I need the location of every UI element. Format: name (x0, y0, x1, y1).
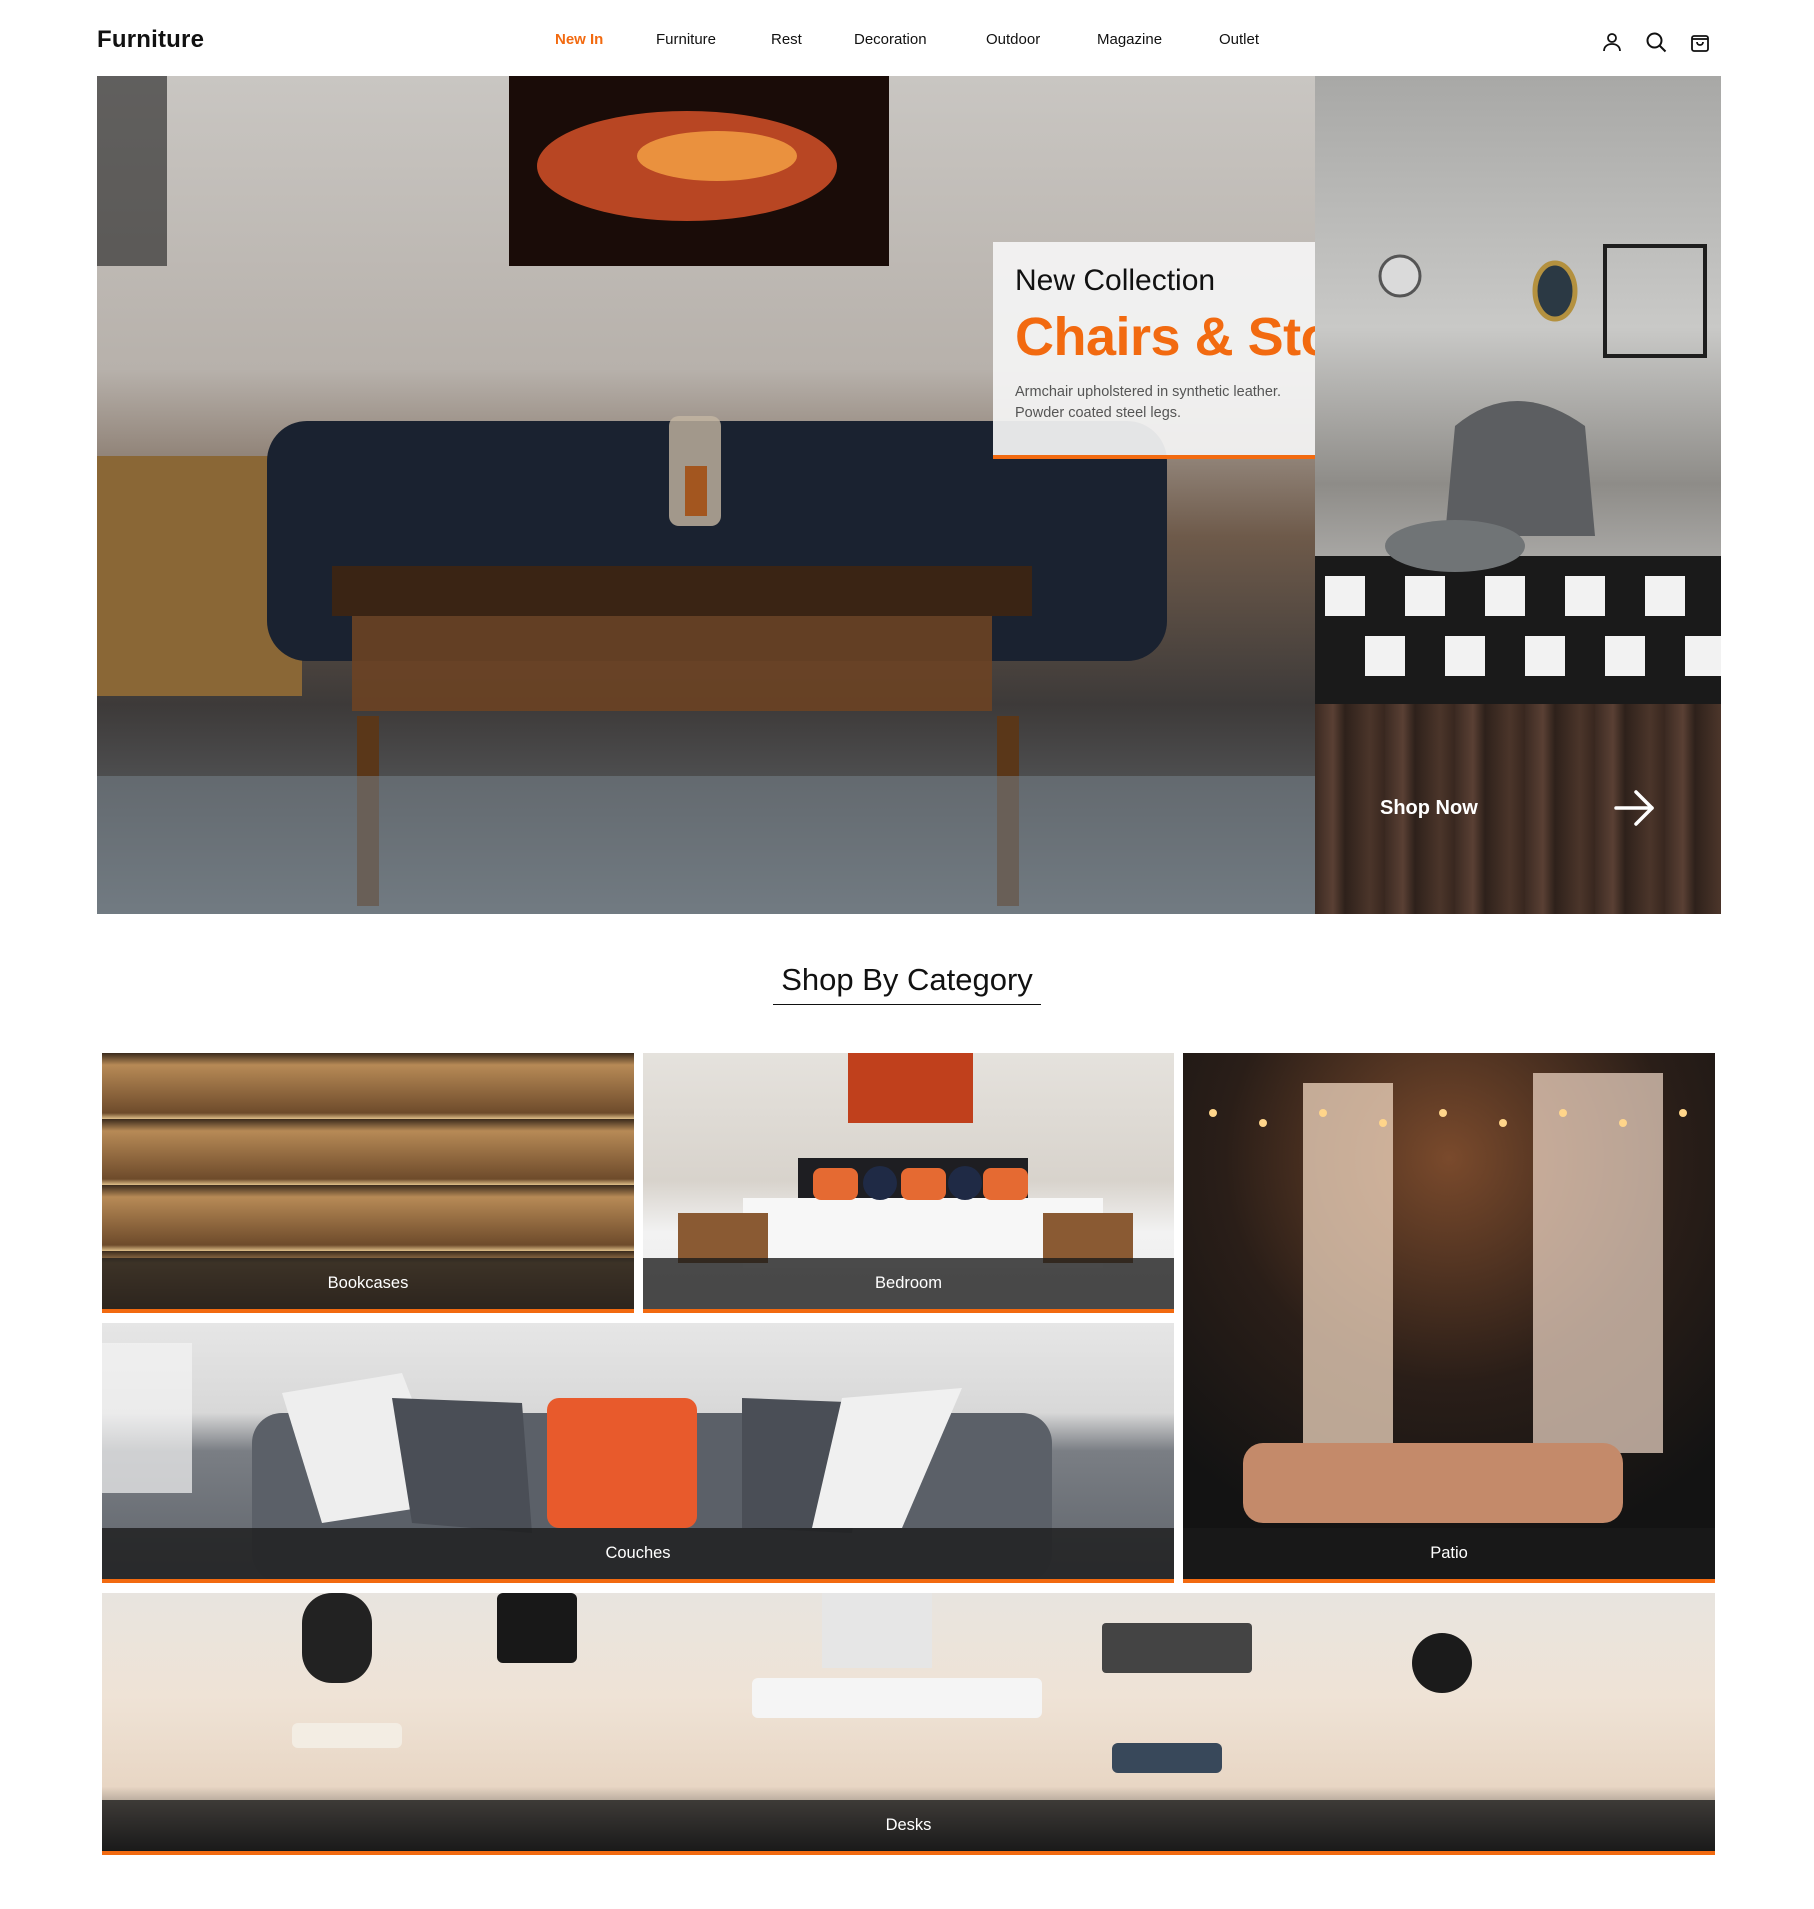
category-label: Desks (102, 1800, 1715, 1851)
collection-title: Chairs & Stools (1015, 307, 1315, 367)
site-header: Furniture New In Furniture Rest Decorati… (0, 0, 1814, 76)
nav-item-rest[interactable]: Rest (771, 31, 802, 48)
category-label: Couches (102, 1528, 1174, 1579)
nav-item-new-in[interactable]: New In (555, 31, 603, 48)
header-actions (1600, 30, 1712, 54)
nav-item-magazine[interactable]: Magazine (1097, 31, 1162, 48)
category-card-patio[interactable]: Patio (1183, 1053, 1715, 1583)
category-label: Bedroom (643, 1258, 1174, 1309)
collection-description-line-1: Armchair upholstered in synthetic leathe… (1015, 384, 1281, 400)
main-nav: New In Furniture Rest Decoration Outdoor… (0, 31, 1814, 51)
collection-kicker: New Collection (1015, 264, 1216, 297)
section-title-wrapper: Shop By Category (0, 962, 1814, 1005)
nav-item-decoration[interactable]: Decoration (854, 31, 927, 48)
hero-living-room-image: New Collection Chairs & Stools Armchair … (97, 76, 1315, 914)
category-label: Patio (1183, 1528, 1715, 1579)
nav-item-outdoor[interactable]: Outdoor (986, 31, 1040, 48)
category-card-desks[interactable]: Desks (102, 1593, 1715, 1855)
collection-description: Armchair upholstered in synthetic leathe… (1015, 382, 1315, 424)
nav-item-outlet[interactable]: Outlet (1219, 31, 1259, 48)
arrow-right-icon (1610, 784, 1658, 832)
hero-banner: New Collection Chairs & Stools Armchair … (97, 76, 1721, 914)
hero-armchair-image (1315, 76, 1721, 704)
collection-description-line-2: Powder coated steel legs. (1015, 405, 1182, 421)
shop-now-label: Shop Now (1380, 797, 1478, 819)
shopping-bag-icon[interactable] (1688, 30, 1712, 54)
category-card-bedroom[interactable]: Bedroom (643, 1053, 1174, 1313)
collection-card: New Collection Chairs & Stools Armchair … (993, 242, 1315, 459)
category-card-bookcases[interactable]: Bookcases (102, 1053, 634, 1313)
nav-item-furniture[interactable]: Furniture (656, 31, 716, 48)
search-icon[interactable] (1644, 30, 1668, 54)
section-title: Shop By Category (773, 962, 1041, 1005)
shop-now-button[interactable]: Shop Now (1315, 704, 1721, 914)
category-card-couches[interactable]: Couches (102, 1323, 1174, 1583)
category-label: Bookcases (102, 1258, 634, 1309)
user-icon[interactable] (1600, 30, 1624, 54)
